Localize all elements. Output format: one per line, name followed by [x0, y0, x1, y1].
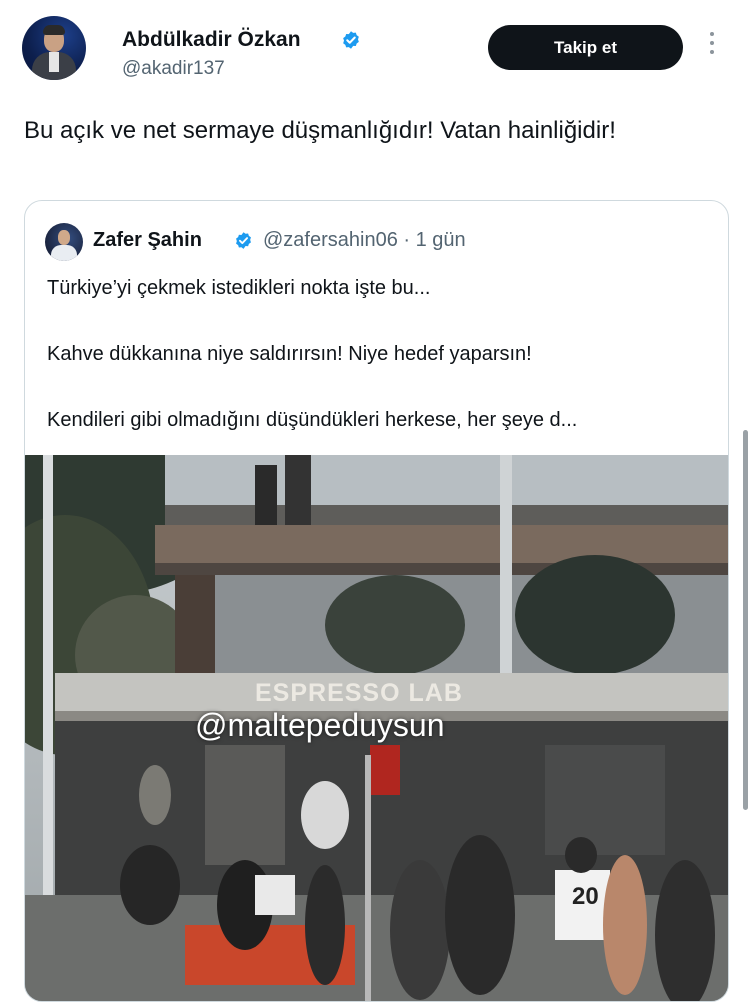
author-display-name[interactable]: Abdülkadir Özkan — [122, 28, 301, 52]
video-watermark-text: @maltepeduysun — [195, 707, 445, 743]
storefront-sign-text: ESPRESSO LAB — [255, 679, 463, 707]
quoted-tweet[interactable]: Zafer Şahin @zafersahin06 · 1 gün Türkiy… — [24, 200, 729, 1002]
quoted-text-line: Kahve dükkanına niye saldırırsın! Niye h… — [47, 343, 532, 365]
author-avatar[interactable] — [22, 16, 86, 80]
author-handle[interactable]: @akadir137 — [122, 58, 225, 80]
quoted-text-line: Kendileri gibi olmadığını düşündükleri h… — [47, 409, 578, 431]
quoted-text-line: Türkiye’yi çekmek istedikleri nokta işte… — [47, 277, 431, 299]
tweet-text: Bu açık ve net sermaye düşmanlığıdır! Va… — [24, 117, 616, 144]
jersey-number-text: 20 — [572, 883, 599, 910]
verified-badge-icon — [343, 31, 359, 49]
scrollbar[interactable] — [743, 430, 748, 810]
quoted-author-avatar[interactable] — [45, 223, 83, 261]
follow-button[interactable]: Takip et — [488, 25, 683, 70]
quoted-handle-time[interactable]: @zafersahin06 · 1 gün — [263, 229, 466, 252]
more-options-icon[interactable] — [705, 32, 719, 62]
quoted-author-name[interactable]: Zafer Şahin — [93, 229, 202, 252]
quoted-video-media[interactable]: ESPRESSO LAB @maltepeduysun 20 — [25, 455, 728, 1001]
verified-badge-icon — [236, 232, 251, 249]
